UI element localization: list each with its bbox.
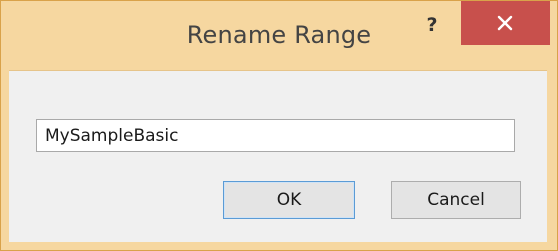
rename-range-dialog: Rename Range ? OK Cancel <box>0 0 558 251</box>
dialog-body: OK Cancel <box>9 70 547 242</box>
close-button[interactable] <box>461 1 550 45</box>
title-bar[interactable]: Rename Range ? <box>1 1 557 71</box>
ok-button[interactable]: OK <box>223 181 355 219</box>
range-name-input[interactable] <box>36 119 515 152</box>
cancel-button[interactable]: Cancel <box>391 181 521 219</box>
close-icon <box>497 15 513 31</box>
help-button[interactable]: ? <box>415 11 449 39</box>
